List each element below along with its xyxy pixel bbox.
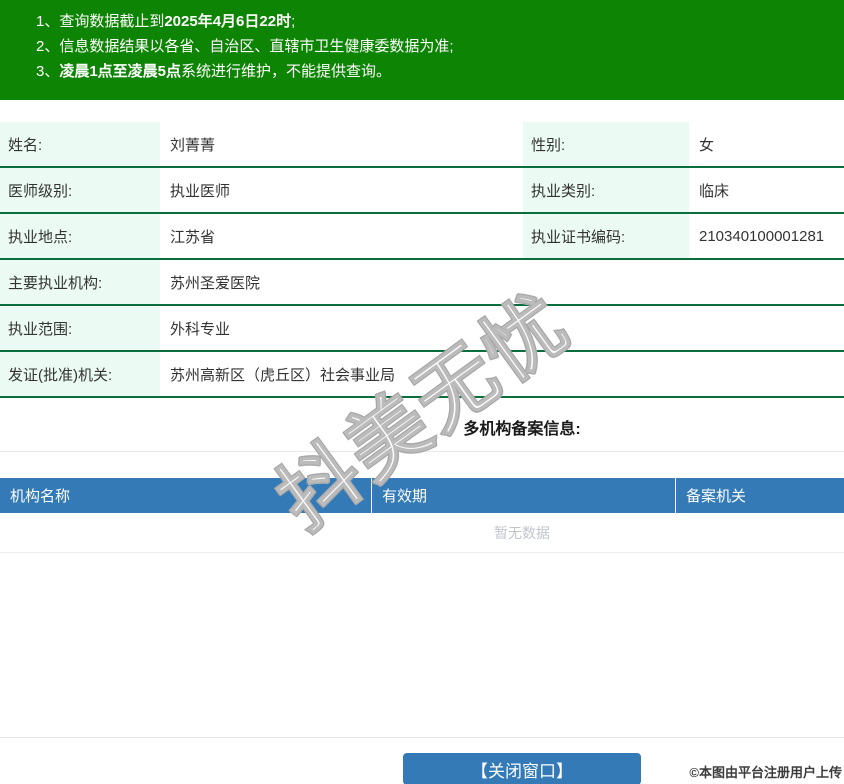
notice-line-3-text: 3、 — [36, 63, 60, 80]
notice-line-3-suffix: 系统进行维护，不能提供查询。 — [181, 63, 392, 80]
notice-line-3: 3、凌晨1点至凌晨5点系统进行维护，不能提供查询。 — [36, 59, 844, 84]
table-row-main-org: 主要执业机构: 苏州圣爱医院 — [0, 260, 844, 306]
copyright-note: ©本图由平台注册用户上传 — [689, 765, 842, 780]
notice-line-2-text: 2、信息数据结果以各省、自治区、直辖市卫生健康委数据为准; — [36, 38, 454, 55]
notice-line-1-text: 1、查询数据截止到 — [36, 13, 165, 30]
page-content: 1、查询数据截止到2025年4月6日22时; 2、信息数据结果以各省、自治区、直… — [0, 0, 844, 784]
close-window-button[interactable]: 【关闭窗口】 — [403, 753, 641, 784]
multi-org-section-title: 多机构备案信息: — [0, 398, 844, 452]
query-result-window: 1、查询数据截止到2025年4月6日22时; 2、信息数据结果以各省、自治区、直… — [0, 0, 844, 784]
practice-category-value: 临床 — [699, 182, 730, 200]
empty-data-text: 暂无数据 — [0, 513, 844, 553]
practice-scope-label: 执业范围: — [0, 306, 160, 350]
footer-divider — [0, 737, 844, 738]
multi-org-table-header: 机构名称 有效期 备案机关 — [0, 478, 844, 513]
certificate-number-value: 210340100001281 — [699, 227, 825, 245]
table-row-issuer: 发证(批准)机关: 苏州高新区（虎丘区）社会事业局 — [0, 352, 844, 398]
practice-place-value: 江苏省 — [170, 228, 216, 246]
table-row-scope: 执业范围: 外科专业 — [0, 306, 844, 352]
header-cell-validity: 有效期 — [371, 478, 675, 513]
practice-scope-value: 外科专业 — [170, 320, 231, 338]
table-row-name-gender: 姓名: 刘菁菁 性别: 女 — [0, 122, 844, 168]
practice-category-label: 执业类别: — [523, 168, 689, 212]
blank-area — [0, 553, 844, 737]
practice-place-label: 执业地点: — [0, 214, 160, 258]
table-row-level-category: 医师级别: 执业医师 执业类别: 临床 — [0, 168, 844, 214]
notice-line-2: 2、信息数据结果以各省、自治区、直辖市卫生健康委数据为准; — [36, 34, 844, 59]
notice-line-3-bold: 凌晨1点至凌晨5点 — [59, 63, 182, 80]
table-row-place-cert: 执业地点: 江苏省 执业证书编码: 210340100001281 — [0, 214, 844, 260]
notice-line-1-suffix: ; — [291, 13, 296, 30]
issuing-authority-label: 发证(批准)机关: — [0, 352, 160, 396]
main-org-value: 苏州圣爱医院 — [170, 274, 261, 292]
certificate-number-label: 执业证书编码: — [523, 214, 689, 258]
notice-banner: 1、查询数据截止到2025年4月6日22时; 2、信息数据结果以各省、自治区、直… — [0, 0, 844, 100]
name-label: 姓名: — [0, 122, 160, 166]
main-org-label: 主要执业机构: — [0, 260, 160, 304]
header-cell-org-name: 机构名称 — [10, 488, 71, 505]
doctor-level-label: 医师级别: — [0, 168, 160, 212]
name-value: 刘菁菁 — [170, 136, 216, 154]
gender-value: 女 — [699, 136, 715, 154]
notice-line-1: 1、查询数据截止到2025年4月6日22时; — [36, 9, 844, 34]
doctor-info-table: 姓名: 刘菁菁 性别: 女 医师级别: 执业医师 执业类别: 临床 执业地点: … — [0, 122, 844, 398]
gender-label: 性别: — [523, 122, 689, 166]
header-cell-filing-authority: 备案机关 — [675, 478, 844, 513]
issuing-authority-value: 苏州高新区（虎丘区）社会事业局 — [170, 366, 396, 384]
doctor-level-value: 执业医师 — [170, 182, 231, 200]
notice-line-1-bold: 2025年4月6日22时 — [164, 13, 292, 30]
